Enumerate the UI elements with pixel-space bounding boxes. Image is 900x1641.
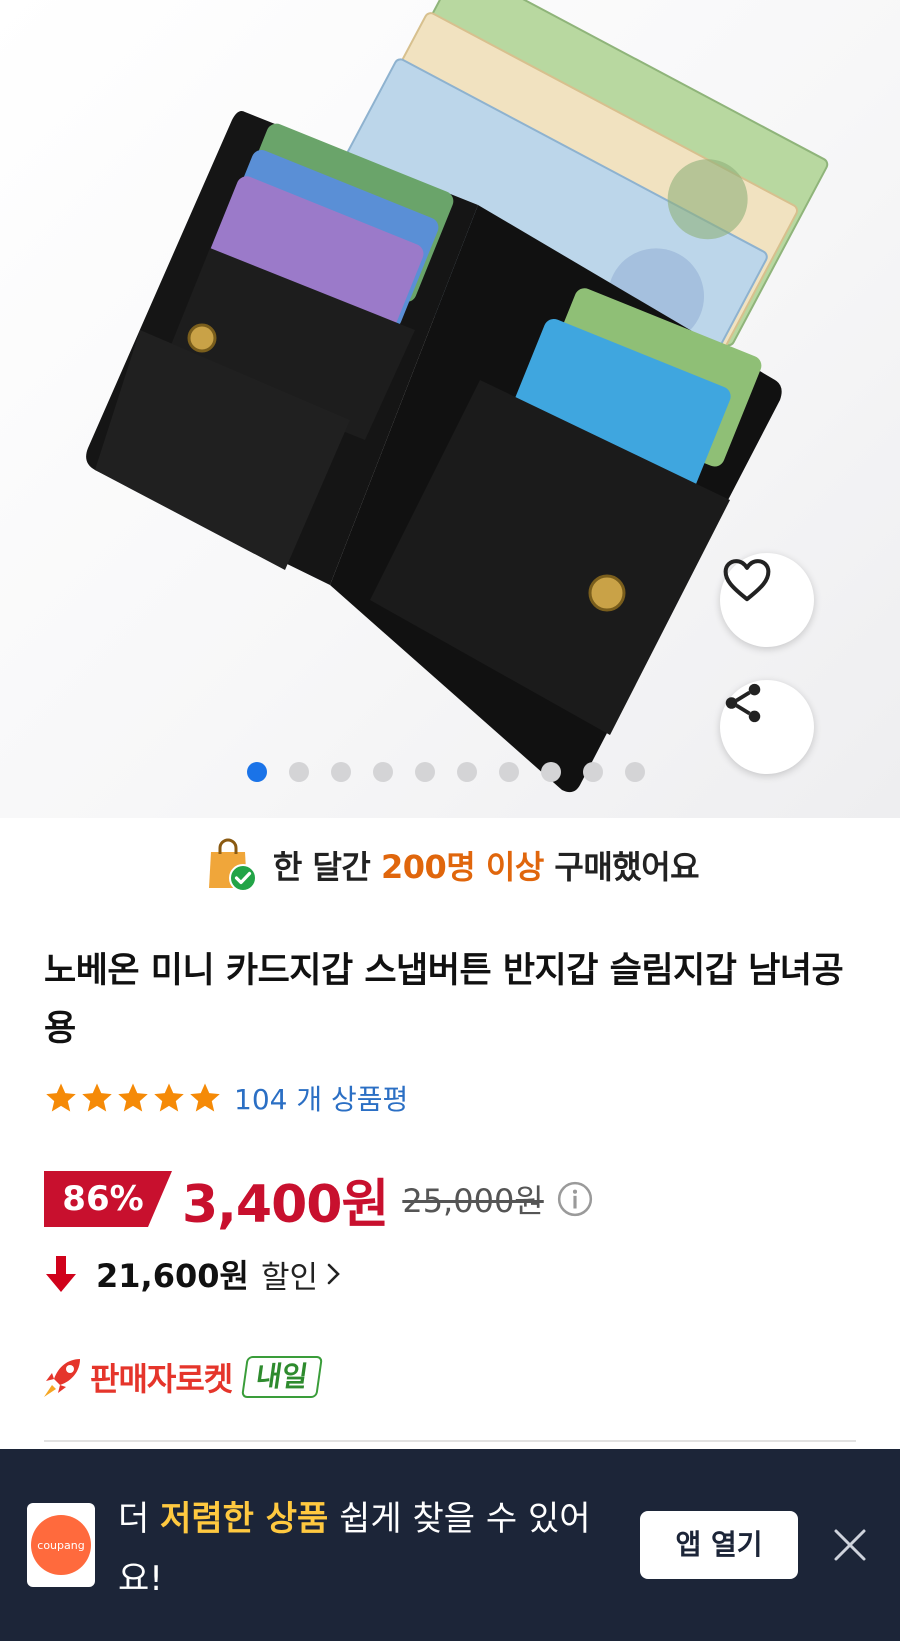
- original-price: 25,000원: [402, 1182, 544, 1220]
- info-icon: [557, 1181, 592, 1217]
- discount-amount: 21,600원: [96, 1257, 249, 1295]
- open-app-button[interactable]: 앱 열기: [640, 1511, 798, 1579]
- star-icon: [82, 1083, 112, 1112]
- divider: [44, 1440, 856, 1442]
- price-row: 86% 3,400원 25,000원: [44, 1168, 594, 1235]
- carousel-indicator: [247, 762, 645, 782]
- carousel-dot[interactable]: [499, 762, 519, 782]
- discount-rate: 86%: [62, 1179, 144, 1219]
- close-icon: [834, 1529, 866, 1561]
- carousel-dot[interactable]: [541, 762, 561, 782]
- carousel-dot[interactable]: [457, 762, 477, 782]
- heart-icon: [723, 559, 771, 602]
- shopping-bag-check-icon: [208, 838, 257, 892]
- star-icon: [154, 1083, 184, 1112]
- delivery-eta-badge: 내일: [241, 1356, 323, 1398]
- discount-amount-row[interactable]: 21,600원 할인: [44, 1252, 344, 1296]
- chevron-right-icon: [324, 1259, 344, 1289]
- rating-row[interactable]: 104 개 상품평: [44, 1078, 408, 1118]
- banner-highlight: 저렴한 상품: [160, 1499, 329, 1539]
- carousel-dot[interactable]: [415, 762, 435, 782]
- carousel-dot[interactable]: [625, 762, 645, 782]
- current-price: 3,400원: [182, 1174, 389, 1235]
- carousel-dot[interactable]: [583, 762, 603, 782]
- product-title: 노베온 미니 카드지갑 스냅버튼 반지갑 슬림지갑 남녀공용: [44, 951, 844, 1049]
- app-install-banner: coupang 더 저렴한 상품 쉽게 찾을 수 있어요! 앱 열기: [0, 1449, 900, 1641]
- share-button[interactable]: [720, 680, 814, 774]
- discount-badge: 86%: [44, 1171, 172, 1227]
- banner-message: 더 저렴한 상품 쉽게 찾을 수 있어요!: [118, 1499, 591, 1599]
- purchase-count-highlight: 200명 이상: [381, 848, 544, 886]
- close-banner-button[interactable]: [828, 1523, 872, 1567]
- carousel-dot[interactable]: [373, 762, 393, 782]
- rocket-icon: [44, 1359, 80, 1397]
- seller-rocket-badge: 판매자로켓 내일: [40, 1352, 323, 1402]
- coupang-logo: coupang: [31, 1515, 91, 1575]
- star-icon: [46, 1083, 76, 1112]
- carousel-dot[interactable]: [331, 762, 351, 782]
- product-image-carousel[interactable]: [0, 0, 900, 818]
- purchase-count-text: 한 달간 200명 이상 구매했어요: [272, 848, 700, 886]
- rating-stars: [44, 1081, 222, 1115]
- wishlist-button[interactable]: [720, 553, 814, 647]
- discount-label: 할인: [260, 1259, 318, 1296]
- star-icon: [118, 1083, 148, 1112]
- star-icon: [190, 1083, 220, 1112]
- down-arrow-icon: [46, 1256, 76, 1292]
- carousel-dot[interactable]: [247, 762, 267, 782]
- carousel-dot[interactable]: [289, 762, 309, 782]
- review-count-link[interactable]: 104 개 상품평: [234, 1078, 408, 1118]
- purchase-count-notice: 한 달간 200명 이상 구매했어요: [0, 830, 900, 900]
- price-info-button[interactable]: [556, 1180, 594, 1218]
- share-icon: [725, 683, 761, 723]
- app-logo: coupang: [27, 1503, 95, 1587]
- rocket-label: 판매자로켓: [90, 1360, 233, 1398]
